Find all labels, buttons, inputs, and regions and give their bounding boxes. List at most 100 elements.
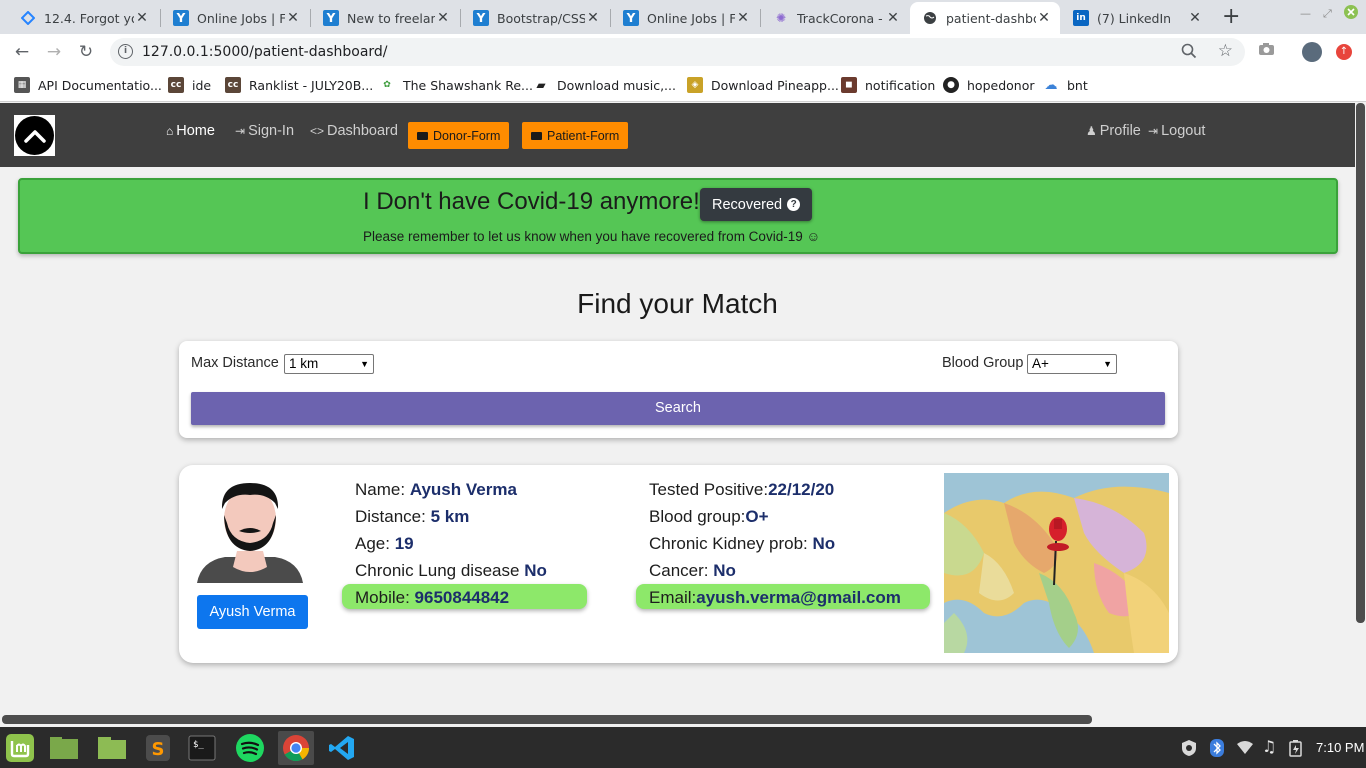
vertical-scrollbar[interactable] [1355, 103, 1366, 713]
nav-logout[interactable]: ⇥ Logout [1148, 123, 1205, 139]
camera-icon[interactable] [1258, 42, 1275, 60]
spotify-icon[interactable] [232, 731, 268, 765]
browser-tabstrip: 12.4. Forgot your ✕ Y Online Jobs | Fr ✕… [0, 0, 1366, 34]
browser-tab[interactable]: Y Online Jobs | Fr ✕ [161, 2, 309, 34]
site-logo[interactable] [14, 115, 55, 156]
back-icon[interactable]: ← [9, 39, 35, 65]
find-match-title: Find your Match [577, 288, 778, 319]
close-tab-icon[interactable]: ✕ [885, 10, 901, 26]
browser-tab[interactable]: Y Bootstrap/CSS ✕ [461, 2, 609, 34]
bookmark-item[interactable]: cc ide [168, 77, 211, 93]
info-distance: Distance: 5 km [355, 507, 470, 526]
address-bar[interactable]: i 127.0.0.1:5000/patient-dashboard/ ☆ [110, 38, 1245, 66]
close-tab-icon[interactable]: ✕ [134, 10, 150, 26]
taskbar-clock[interactable]: 7:10 PM [1316, 740, 1364, 755]
terminal-icon[interactable]: $_ [184, 731, 220, 765]
horizontal-scrollbar-thumb[interactable] [2, 715, 1092, 724]
bookmark-item[interactable]: ◼ notification [841, 77, 935, 93]
bookmark-star-icon[interactable]: ☆ [1218, 41, 1233, 61]
bookmarks-bar: ▦ API Documentatio... cc ide cc Ranklist - … [0, 70, 1366, 102]
update-icon[interactable]: ↑ [1336, 44, 1352, 60]
recovered-button[interactable]: Recovered? [700, 188, 813, 221]
shield-icon[interactable] [1180, 739, 1198, 761]
reload-icon[interactable]: ↻ [73, 39, 99, 65]
info-icon[interactable]: i [118, 44, 133, 59]
github-icon: ● [943, 77, 959, 93]
browser-tab[interactable]: in (7) LinkedIn ✕ [1061, 2, 1211, 34]
profile-name-button[interactable]: Ayush Verma [197, 595, 308, 629]
match-card: Ayush Verma Name: Ayush Verma Distance: … [179, 465, 1178, 663]
page-viewport: ⌂ Home ⇥ Sign-In <> Dashboard Donor-Form Pa… [0, 103, 1355, 713]
browser-tab[interactable]: Y New to freelanc ✕ [311, 2, 459, 34]
patient-form-button[interactable]: Patient-Form [522, 122, 629, 149]
browser-tab[interactable]: 12.4. Forgot your ✕ [8, 2, 158, 34]
maximize-icon[interactable]: ⤢ [1323, 7, 1332, 21]
horizontal-scrollbar[interactable] [0, 713, 1366, 727]
bookmark-item[interactable]: ◈ Download Pineapp... [687, 77, 839, 93]
url-text[interactable]: 127.0.0.1:5000/patient-dashboard/ [142, 44, 388, 60]
info-cancer: Cancer: No [649, 561, 736, 580]
zoom-icon[interactable] [1181, 43, 1197, 63]
bookmark-icon: ◈ [687, 77, 703, 93]
question-circle-icon: ? [787, 198, 801, 211]
banner-subtitle: Please remember to let us know when you … [363, 229, 821, 244]
close-tab-icon[interactable]: ✕ [1036, 10, 1052, 26]
nav-home[interactable]: ⌂ Home [166, 123, 215, 139]
doc-icon: ▦ [14, 77, 30, 93]
vertical-scrollbar-thumb[interactable] [1356, 103, 1365, 623]
id-card-icon [417, 131, 428, 140]
info-tested-positive: Tested Positive:22/12/20 [649, 480, 835, 499]
virus-icon: ✺ [775, 11, 787, 25]
nav-signin[interactable]: ⇥ Sign-In [235, 123, 294, 139]
new-tab-icon[interactable]: + [1222, 4, 1240, 29]
forward-icon[interactable]: → [41, 39, 67, 65]
sublime-text-icon[interactable]: S [140, 731, 176, 765]
close-tab-icon[interactable]: ✕ [735, 10, 751, 26]
browser-tab[interactable]: Y Online Jobs | Fr ✕ [611, 2, 759, 34]
music-icon[interactable]: ♫ [1262, 737, 1276, 756]
bookmark-icon: ▰ [533, 77, 549, 93]
nav-dashboard[interactable]: <> Dashboard [310, 123, 398, 139]
close-tab-icon[interactable]: ✕ [435, 10, 451, 26]
max-distance-label: Max Distance [191, 355, 279, 371]
vscode-icon[interactable] [324, 731, 360, 765]
info-email[interactable]: Email:ayush.verma@gmail.com [649, 588, 901, 608]
battery-icon[interactable] [1288, 739, 1304, 761]
freelancer-icon: Y [473, 10, 489, 26]
bluetooth-icon[interactable] [1210, 739, 1224, 761]
wifi-icon[interactable] [1236, 739, 1254, 759]
browser-tab[interactable]: ✺ TrackCorona - C ✕ [761, 2, 909, 34]
show-desktop-icon[interactable] [46, 731, 82, 765]
blood-group-label: Blood Group [942, 355, 1024, 371]
logout-icon: ⇥ [1148, 124, 1159, 138]
bookmark-item[interactable]: ☁ bnt [1043, 77, 1088, 93]
freelancer-icon: Y [173, 10, 189, 26]
cloud-icon: ☁ [1043, 77, 1059, 93]
bookmark-item[interactable]: ● hopedonor [943, 77, 1035, 93]
search-button[interactable]: Search [191, 392, 1165, 425]
bookmark-item[interactable]: cc Ranklist - JULY20B... [225, 77, 373, 93]
bookmark-item[interactable]: ▰ Download music,... [533, 77, 676, 93]
bookmark-item[interactable]: ✿ The Shawshank Re... [379, 77, 533, 93]
bookmark-item[interactable]: ▦ API Documentatio... [14, 77, 162, 93]
close-tab-icon[interactable]: ✕ [285, 10, 301, 26]
recovered-banner: I Don't have Covid-19 anymore! Recovered… [18, 178, 1338, 254]
files-icon[interactable] [94, 731, 130, 765]
max-distance-select[interactable]: 1 km ▼ [284, 354, 374, 374]
browser-toolbar: ← → ↻ i 127.0.0.1:5000/patient-dashboard… [0, 34, 1366, 70]
chrome-icon[interactable] [278, 731, 314, 765]
info-kidney: Chronic Kidney prob: No [649, 534, 836, 553]
close-tab-icon[interactable]: ✕ [1187, 10, 1203, 26]
blood-group-select[interactable]: A+ ▼ [1027, 354, 1117, 374]
location-map-image [944, 473, 1169, 653]
profile-avatar-icon[interactable] [1302, 42, 1322, 62]
mint-menu-icon[interactable] [2, 731, 38, 765]
info-mobile[interactable]: Mobile: 9650844842 [355, 588, 509, 608]
close-tab-icon[interactable]: ✕ [585, 10, 601, 26]
donor-form-button[interactable]: Donor-Form [408, 122, 510, 149]
nav-profile[interactable]: ♟ Profile [1086, 123, 1141, 139]
minimize-icon[interactable]: — [1300, 7, 1311, 20]
window-close-icon[interactable] [1344, 5, 1358, 22]
browser-tab-active[interactable]: patient-dashbo ✕ [910, 2, 1060, 34]
codechef-icon: cc [168, 77, 184, 93]
